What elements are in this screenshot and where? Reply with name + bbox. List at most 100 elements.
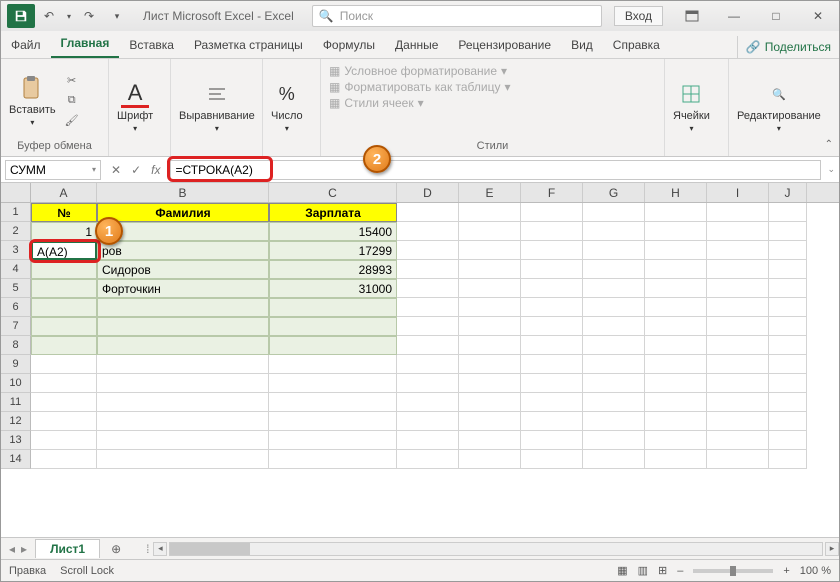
cell[interactable] [583, 317, 645, 336]
editing-button[interactable]: 🔍Редактирование▾ [737, 80, 821, 133]
cell[interactable] [397, 393, 459, 412]
cell[interactable] [459, 374, 521, 393]
cell[interactable] [521, 393, 583, 412]
cell-B3[interactable]: ров [97, 241, 269, 260]
cell[interactable] [645, 393, 707, 412]
cell[interactable] [769, 260, 807, 279]
cell[interactable] [397, 412, 459, 431]
undo-icon[interactable]: ↶ [35, 4, 63, 28]
cell[interactable] [645, 431, 707, 450]
hdr-num[interactable]: № [31, 203, 97, 222]
cell[interactable] [397, 336, 459, 355]
cell[interactable] [521, 203, 583, 222]
cell-C5[interactable]: 31000 [269, 279, 397, 298]
cell[interactable] [269, 393, 397, 412]
cell[interactable] [97, 298, 269, 317]
cell[interactable] [459, 298, 521, 317]
cells-button[interactable]: Ячейки▾ [673, 80, 710, 133]
cell[interactable] [459, 241, 521, 260]
cell[interactable] [707, 393, 769, 412]
cell[interactable] [521, 298, 583, 317]
cell[interactable] [707, 260, 769, 279]
col-D[interactable]: D [397, 183, 459, 202]
number-button[interactable]: %Число▾ [271, 80, 303, 133]
row-header[interactable]: 1 [1, 203, 31, 222]
cell[interactable] [707, 203, 769, 222]
tab-home[interactable]: Главная [51, 30, 120, 58]
cell[interactable] [97, 336, 269, 355]
col-G[interactable]: G [583, 183, 645, 202]
add-sheet-icon[interactable]: ⊕ [106, 542, 126, 556]
cell[interactable] [459, 203, 521, 222]
cell[interactable] [583, 431, 645, 450]
cell-C4[interactable]: 28993 [269, 260, 397, 279]
cell[interactable] [459, 260, 521, 279]
cell[interactable] [521, 222, 583, 241]
cell[interactable] [31, 431, 97, 450]
cell[interactable] [397, 241, 459, 260]
tab-help[interactable]: Справка [603, 32, 670, 58]
tab-view[interactable]: Вид [561, 32, 603, 58]
cell[interactable] [31, 412, 97, 431]
cancel-icon[interactable]: ✕ [111, 163, 121, 177]
row-header[interactable]: 6 [1, 298, 31, 317]
cell[interactable] [583, 336, 645, 355]
formatpainter-icon[interactable]: 🖌 [62, 112, 82, 130]
cell[interactable] [769, 450, 807, 469]
view-pagebreak-icon[interactable]: ⊞ [658, 564, 667, 577]
cell[interactable] [521, 450, 583, 469]
minimize-icon[interactable]: — [713, 2, 755, 30]
cell[interactable] [459, 412, 521, 431]
cell[interactable] [459, 393, 521, 412]
sheet-tab-1[interactable]: Лист1 [35, 539, 100, 558]
cell[interactable] [397, 260, 459, 279]
row-header[interactable]: 14 [1, 450, 31, 469]
col-A[interactable]: A [31, 183, 97, 202]
cell[interactable] [769, 431, 807, 450]
cell[interactable] [583, 450, 645, 469]
cell[interactable] [769, 336, 807, 355]
zoom-slider[interactable] [693, 569, 773, 573]
cell[interactable] [769, 279, 807, 298]
cell[interactable] [269, 317, 397, 336]
fx-icon[interactable]: fx [151, 163, 160, 177]
cell[interactable] [521, 260, 583, 279]
cell[interactable] [707, 241, 769, 260]
hscroll-thumb[interactable] [170, 543, 250, 555]
tab-data[interactable]: Данные [385, 32, 448, 58]
row-header[interactable]: 8 [1, 336, 31, 355]
cell[interactable] [707, 431, 769, 450]
sheet-nav-prev-icon[interactable]: ◂ [9, 542, 15, 556]
cell[interactable] [707, 317, 769, 336]
cell[interactable] [269, 374, 397, 393]
col-C[interactable]: C [269, 183, 397, 202]
enter-icon[interactable]: ✓ [131, 163, 141, 177]
cell[interactable] [769, 222, 807, 241]
share-button[interactable]: 🔗Поделиться [737, 36, 839, 58]
cell[interactable] [97, 374, 269, 393]
cell[interactable] [397, 450, 459, 469]
cell[interactable] [645, 336, 707, 355]
cell[interactable] [269, 298, 397, 317]
cell[interactable] [707, 355, 769, 374]
cell-A4[interactable] [31, 260, 97, 279]
cell[interactable] [459, 450, 521, 469]
col-J[interactable]: J [769, 183, 807, 202]
cell[interactable] [521, 431, 583, 450]
cell[interactable] [583, 241, 645, 260]
cell[interactable] [707, 298, 769, 317]
cell[interactable] [459, 431, 521, 450]
row-header[interactable]: 12 [1, 412, 31, 431]
paste-button[interactable]: Вставить ▾ [9, 74, 56, 127]
cell[interactable] [397, 374, 459, 393]
expand-formula-icon[interactable]: ⌄ [827, 164, 835, 175]
close-icon[interactable]: ✕ [797, 2, 839, 30]
cell[interactable] [269, 450, 397, 469]
cell[interactable] [521, 412, 583, 431]
cell[interactable] [583, 374, 645, 393]
undo-dropdown[interactable]: ▾ [63, 4, 75, 28]
cell[interactable] [645, 355, 707, 374]
cell-A2[interactable]: 1 [31, 222, 97, 241]
row-header[interactable]: 7 [1, 317, 31, 336]
cell[interactable] [645, 412, 707, 431]
